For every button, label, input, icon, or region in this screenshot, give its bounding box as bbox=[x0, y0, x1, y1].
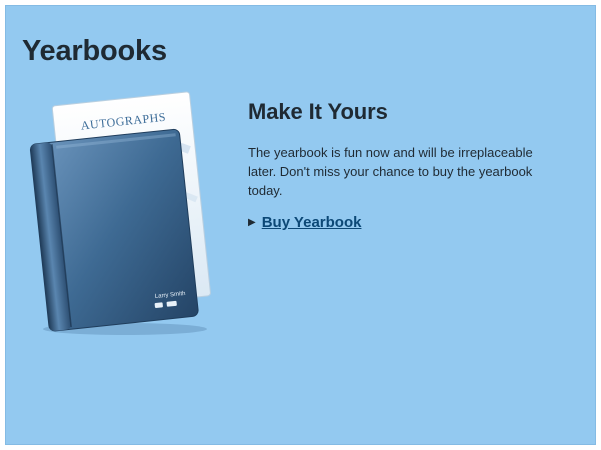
cap-icon bbox=[154, 302, 163, 308]
buy-yearbook-cta: ▶ Buy Yearbook bbox=[248, 214, 578, 231]
play-triangle-icon: ▶ bbox=[248, 216, 256, 228]
buy-yearbook-link[interactable]: Buy Yearbook bbox=[262, 214, 362, 231]
yearbook-image: AUTOGRAPHS Larry Smith bbox=[29, 91, 211, 335]
promo-heading: Make It Yours bbox=[248, 99, 388, 124]
promo-description: The yearbook is fun now and will be irre… bbox=[248, 145, 533, 198]
page-title: Yearbooks bbox=[22, 35, 167, 67]
yearbooks-panel: Yearbooks AUTOGRAPHS Larry Smith Make It… bbox=[5, 5, 596, 445]
promo-content: Make It Yours The yearbook is fun now an… bbox=[248, 99, 578, 231]
grid-icon bbox=[166, 300, 177, 307]
